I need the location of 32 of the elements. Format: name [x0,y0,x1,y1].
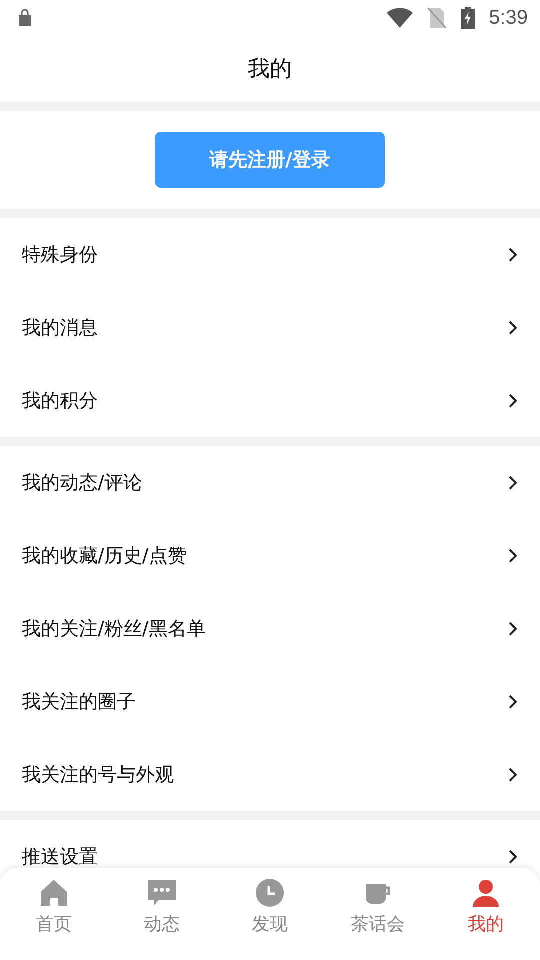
chat-icon [147,878,177,908]
menu-item[interactable]: 我的动态/评论 [22,470,142,496]
menu-item[interactable]: 推送设置 [22,844,98,870]
menu-item[interactable]: 我关注的号与外观 [22,762,174,788]
chevron-icon [508,620,518,636]
chevron-icon [508,694,518,710]
chevron-icon [508,246,518,262]
chevron-icon [508,474,518,490]
chevron-icon [508,766,518,782]
tab[interactable]: 茶话会 [324,868,432,960]
menu-item[interactable]: 我关注的圈子 [22,688,136,714]
chevron-icon [508,548,518,564]
page-title: 我的 [248,56,292,84]
clock-icon [255,878,285,908]
menu-item[interactable]: 特殊身份 [22,242,98,268]
chevron-icon [508,320,518,336]
tab[interactable]: 动态 [108,868,216,960]
menu-item[interactable]: 我的关注/粉丝/黑名单 [22,616,206,642]
person-icon [471,878,501,908]
no-sim-icon [427,7,448,29]
chevron-icon [508,848,518,864]
battery-icon [461,7,476,29]
menu-item[interactable]: 我的消息 [22,314,98,340]
tab[interactable]: 发现 [216,868,324,960]
status-time: 5:39 [489,6,528,30]
menu-item[interactable]: 我的积分 [22,388,98,414]
menu-item[interactable]: 我的收藏/历史/点赞 [22,542,187,568]
tab[interactable]: 我的 [432,868,540,960]
home-icon [39,878,69,908]
wifi-icon [387,8,414,28]
tab[interactable]: 首页 [0,868,108,960]
chevron-icon [508,392,518,408]
